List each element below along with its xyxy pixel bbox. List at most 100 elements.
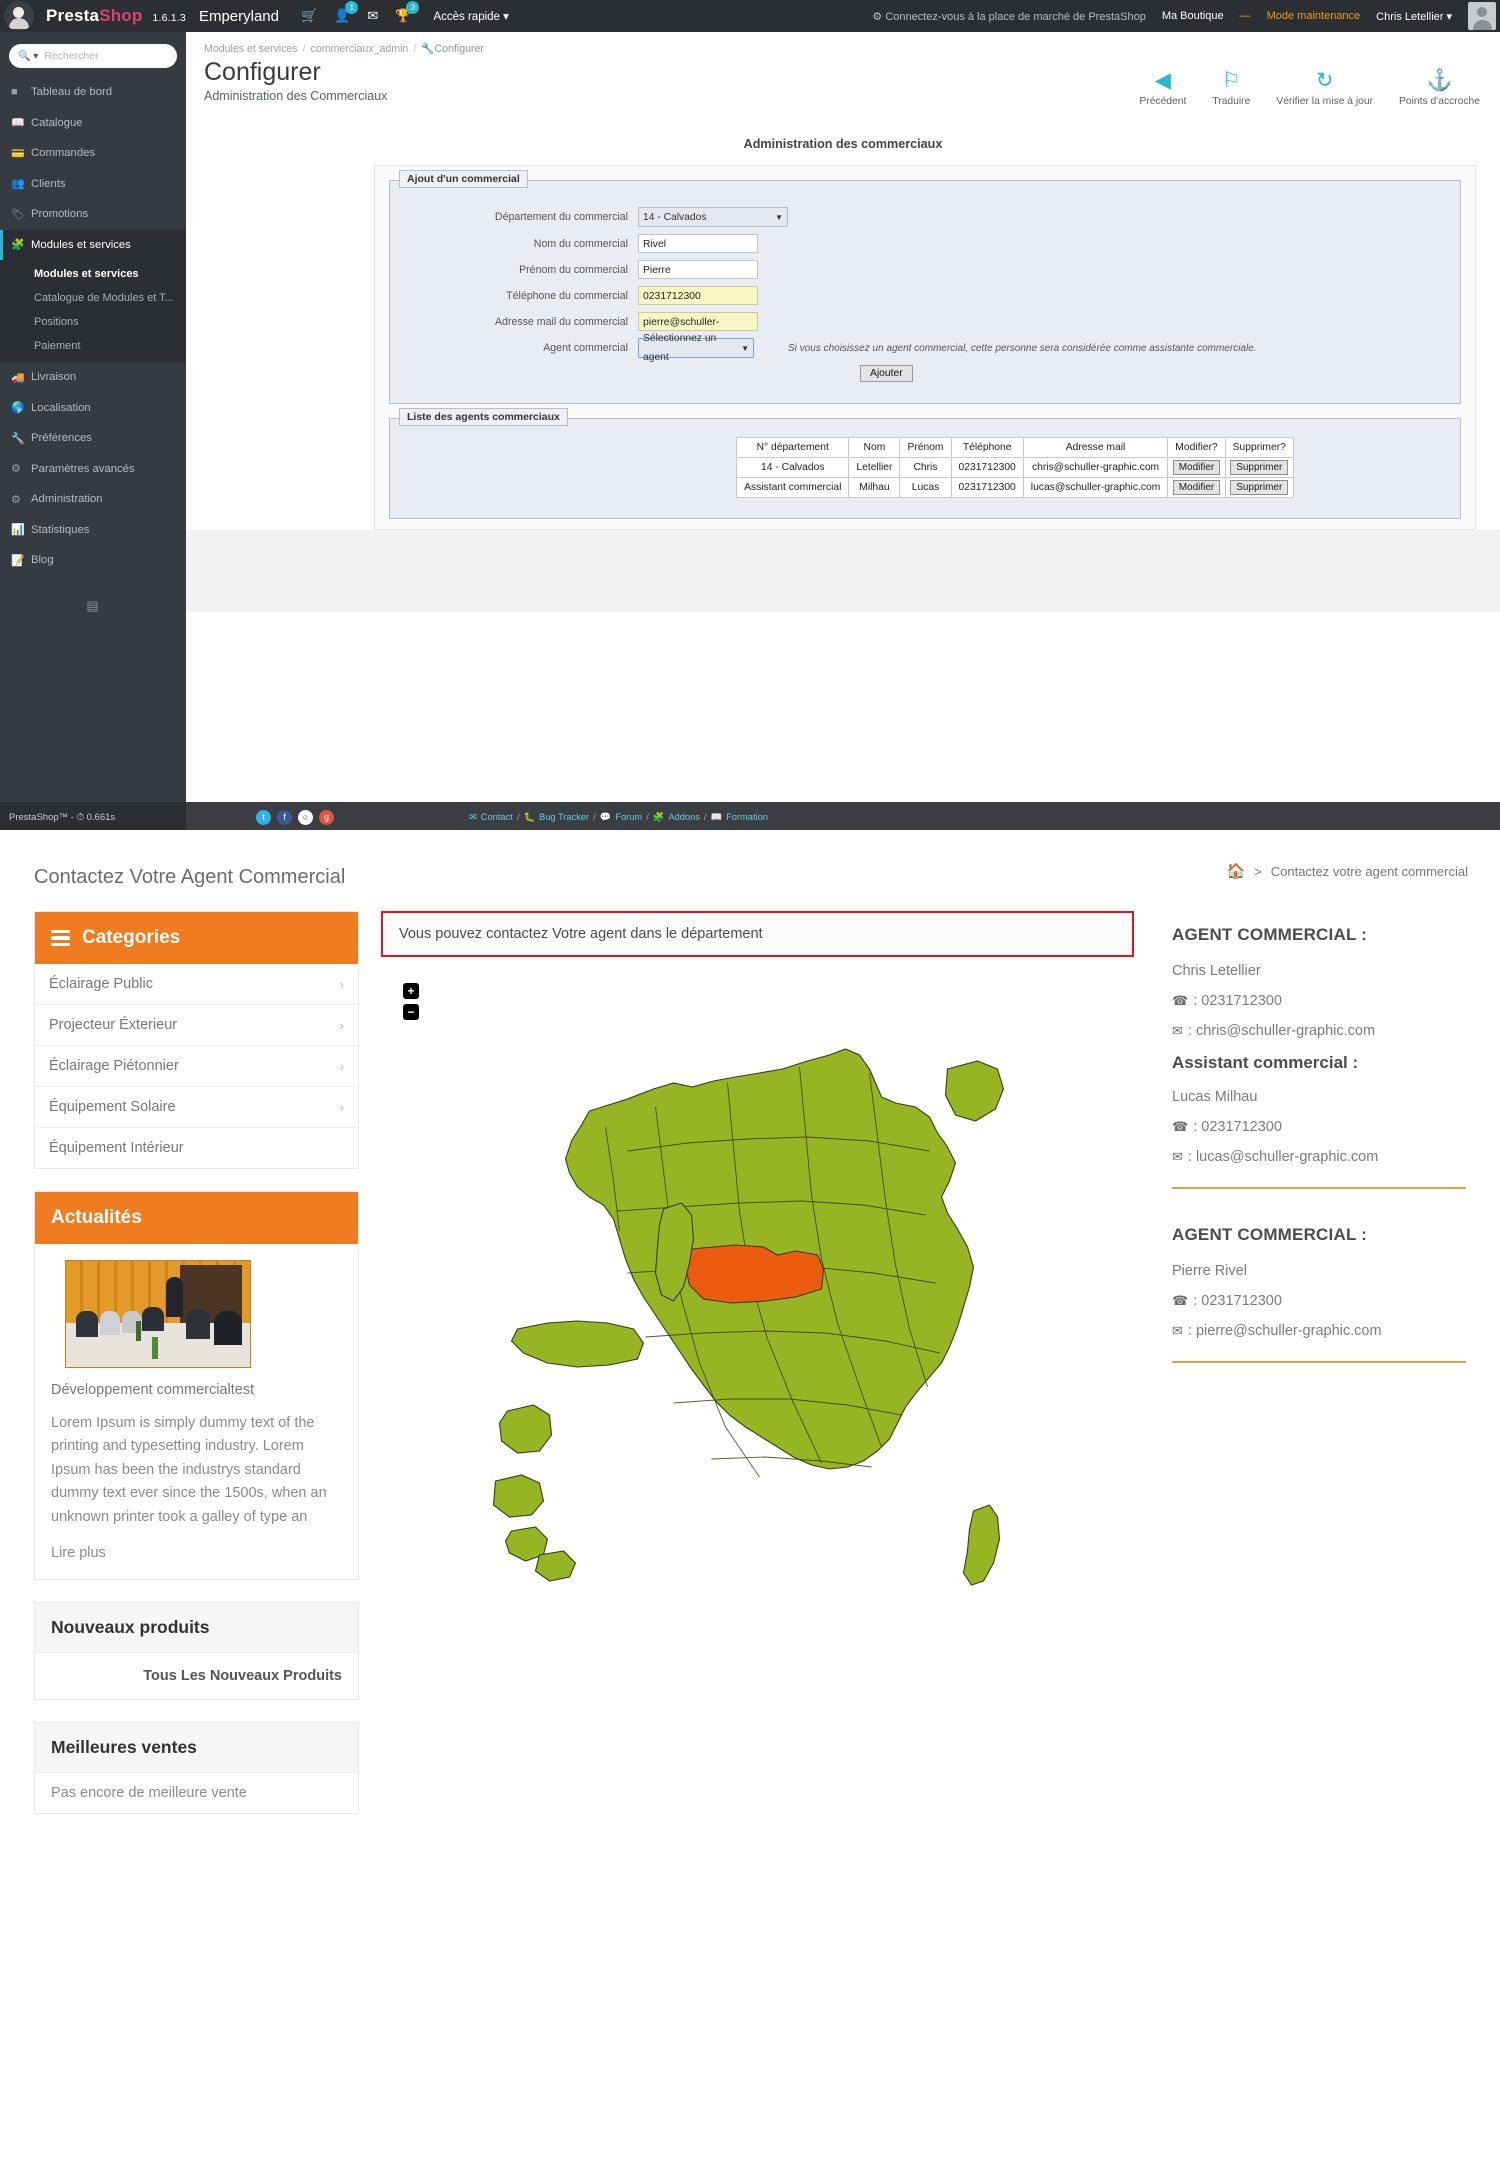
marketplace-link[interactable]: ⚙ Connectez-vous à la place de marché de… [872,10,1145,23]
france-map[interactable]: + − [381,971,1134,1611]
prestashop-logo[interactable] [4,1,34,31]
submenu-item-modules-et-services[interactable]: Modules et services [0,262,186,286]
category-item-equipement-solaire[interactable]: Équipement Solaire › [35,1087,358,1128]
agents-list-fieldset: Liste des agents commerciaux N° départem… [389,408,1461,519]
sidebar-item-parametres-avances[interactable]: ⚙ Paramètres avancés [0,454,186,485]
col-modifier: Modifier? [1167,437,1226,458]
breadcrumb-item-2[interactable]: commerciaux_admin [311,43,409,55]
select-agent-commercial[interactable]: Sélectionnez un agent ▼ [638,333,754,363]
breadcrumb: Modules et services / commerciaux_admin / 🔧C… [204,43,484,55]
home-icon[interactable]: 🏠 [1226,862,1245,880]
sidebar-item-localisation[interactable]: 🌎 Localisation [0,393,186,424]
zoom-in-button[interactable]: + [403,983,419,999]
sidebar-item-catalogue[interactable]: 📖 Catalogue [0,108,186,139]
envelope-icon: ✉ [1172,1023,1183,1038]
col-supprimer: Supprimer? [1224,437,1294,458]
footer-link-formation[interactable]: Formation [726,812,768,822]
breadcrumb-current[interactable]: Contactez votre agent commercial [1271,864,1468,879]
trophy-icon[interactable]: 🏆 3 [395,1,420,24]
github-icon[interactable]: ○ [298,809,313,825]
sidebar-item-clients[interactable]: 👥 Clients [0,169,186,200]
france-map-svg[interactable] [381,1011,1134,1611]
customers-icon[interactable]: 👤 1 [334,1,359,24]
toolbar-button-traduire[interactable]: ⚐ Traduire [1212,70,1250,107]
agent-mail[interactable]: : pierre@schuller-graphic.com [1188,1323,1382,1339]
select-departement[interactable]: 14 - Calvados ▼ [638,207,788,227]
sidebar-item-statistiques[interactable]: 📊 Statistiques [0,515,186,546]
trophy-badge: 3 [406,1,420,14]
sidebar-item-administration[interactable]: ⚙ Administration [0,484,186,515]
assistant-mail[interactable]: : lucas@schuller-graphic.com [1188,1149,1378,1165]
map-zoom-controls: + − [403,983,419,1020]
user-menu[interactable]: Chris Letellier ▾ [1376,10,1452,23]
assistant-phone-row: ☎: 0231712300 [1172,1119,1466,1135]
add-button[interactable]: Ajouter [860,365,913,382]
content-spacer [186,530,1500,612]
maintenance-status[interactable]: Mode maintenance [1267,10,1361,22]
edit-button[interactable]: Modifier [1172,460,1221,475]
submenu-item-positions[interactable]: Positions [0,310,186,334]
agent-mail[interactable]: : chris@schuller-graphic.com [1188,1023,1375,1039]
sidebar-item-modules-et-services[interactable]: 🧩 Modules et services [0,229,186,260]
sidebar-item-label: Modules et services [31,238,131,251]
edit-button[interactable]: Modifier [1172,480,1221,495]
quick-access-menu[interactable]: Accès rapide ▾ [433,9,508,23]
footer-link-contact[interactable]: Contact [481,812,513,822]
googleplus-icon[interactable]: g [319,809,334,825]
submenu-item-catalogue-modules[interactable]: Catalogue de Modules et T... [0,286,186,310]
assistant-name: Lucas Milhau [1172,1089,1258,1105]
agent-mail-row: ✉ : chris@schuller-graphic.com [1172,1023,1466,1039]
envelope-icon: ✉ [1172,1149,1183,1164]
cell-prenom: Chris [899,457,952,478]
wrench-icon: 🔧 [11,432,25,445]
sidebar-collapse-handle[interactable]: ▤ [0,598,186,614]
footer-link-addons[interactable]: Addons [668,812,700,822]
envelope-icon[interactable]: ✉ [367,8,378,24]
phone-icon: ☎ [1172,1119,1189,1134]
footer-link-bug-tracker[interactable]: Bug Tracker [539,812,589,822]
sidebar-item-preferences[interactable]: 🔧 Préférences [0,423,186,454]
category-item-eclairage-pietonnier[interactable]: Éclairage Piétonnier › [35,1046,358,1087]
zoom-out-button[interactable]: − [403,1004,419,1020]
avatar[interactable] [1468,2,1496,30]
sidebar-item-blog[interactable]: 📝 Blog [0,545,186,576]
cart-icon[interactable]: 🛒 [301,8,317,24]
toolbar-button-points-accroche[interactable]: ⚓ Points d'accroche [1399,70,1480,107]
maintenance-dash: — [1239,10,1251,22]
shop-link[interactable]: Ma Boutique [1162,10,1224,22]
delete-button[interactable]: Supprimer [1230,460,1289,475]
agent-divider [1172,1187,1466,1189]
input-nom[interactable]: Rivel [638,234,758,253]
breadcrumb-separator: > [1254,863,1262,879]
news-read-more-link[interactable]: Lire plus [51,1545,344,1561]
breadcrumb-item-1[interactable]: Modules et services [204,43,298,55]
agent-phone-row: ☎: 0231712300 [1172,993,1466,1009]
category-item-equipement-interieur[interactable]: Équipement Intérieur [35,1128,358,1168]
facebook-icon[interactable]: f [277,809,292,825]
toolbar-button-verifier-mise-a-jour[interactable]: ↻ Vérifier la mise à jour [1276,70,1373,107]
sidebar-item-promotions[interactable]: 🏷 Promotions [0,199,186,230]
label-adresse-mail: Adresse mail du commercial [494,315,628,328]
sidebar-search[interactable]: 🔍 ▾ Rechercher [0,40,186,77]
category-item-eclairage-public[interactable]: Éclairage Public › [35,964,358,1005]
add-commercial-fieldset: Ajout d'un commercial Département du com… [389,170,1461,404]
sidebar-item-commandes[interactable]: 💳 Commandes [0,138,186,169]
sidebar-item-livraison[interactable]: 🚚 Livraison [0,362,186,393]
phone-icon: ☎ [1172,1293,1189,1308]
gear-icon: ⚙ [11,493,21,506]
category-item-projecteur-exterieur[interactable]: Projecteur Éxterieur › [35,1005,358,1046]
sidebar-item-tableau-de-bord[interactable]: ■ Tableau de bord [0,77,186,108]
footer-link-forum[interactable]: Forum [615,812,642,822]
input-prenom[interactable]: Pierre [638,260,758,279]
twitter-icon[interactable]: t [256,809,271,825]
submenu-item-paiement[interactable]: Paiement [0,334,186,358]
toolbar-button-precedent[interactable]: ◀ Précédent [1139,70,1186,107]
all-new-products-link[interactable]: Tous Les Nouveaux Produits [143,1668,342,1684]
delete-button[interactable]: Supprimer [1230,480,1289,495]
col-departement: N° département [736,437,850,458]
input-telephone[interactable]: 0231712300 [638,286,758,305]
agent-hint: Si vous choisissez un agent commercial, … [788,342,1257,354]
shop-name[interactable]: Emperyland [199,8,279,25]
footer-version: PrestaShop™ - ⏱ 0.661s [0,802,186,830]
quick-access-label: Accès rapide [433,11,500,23]
